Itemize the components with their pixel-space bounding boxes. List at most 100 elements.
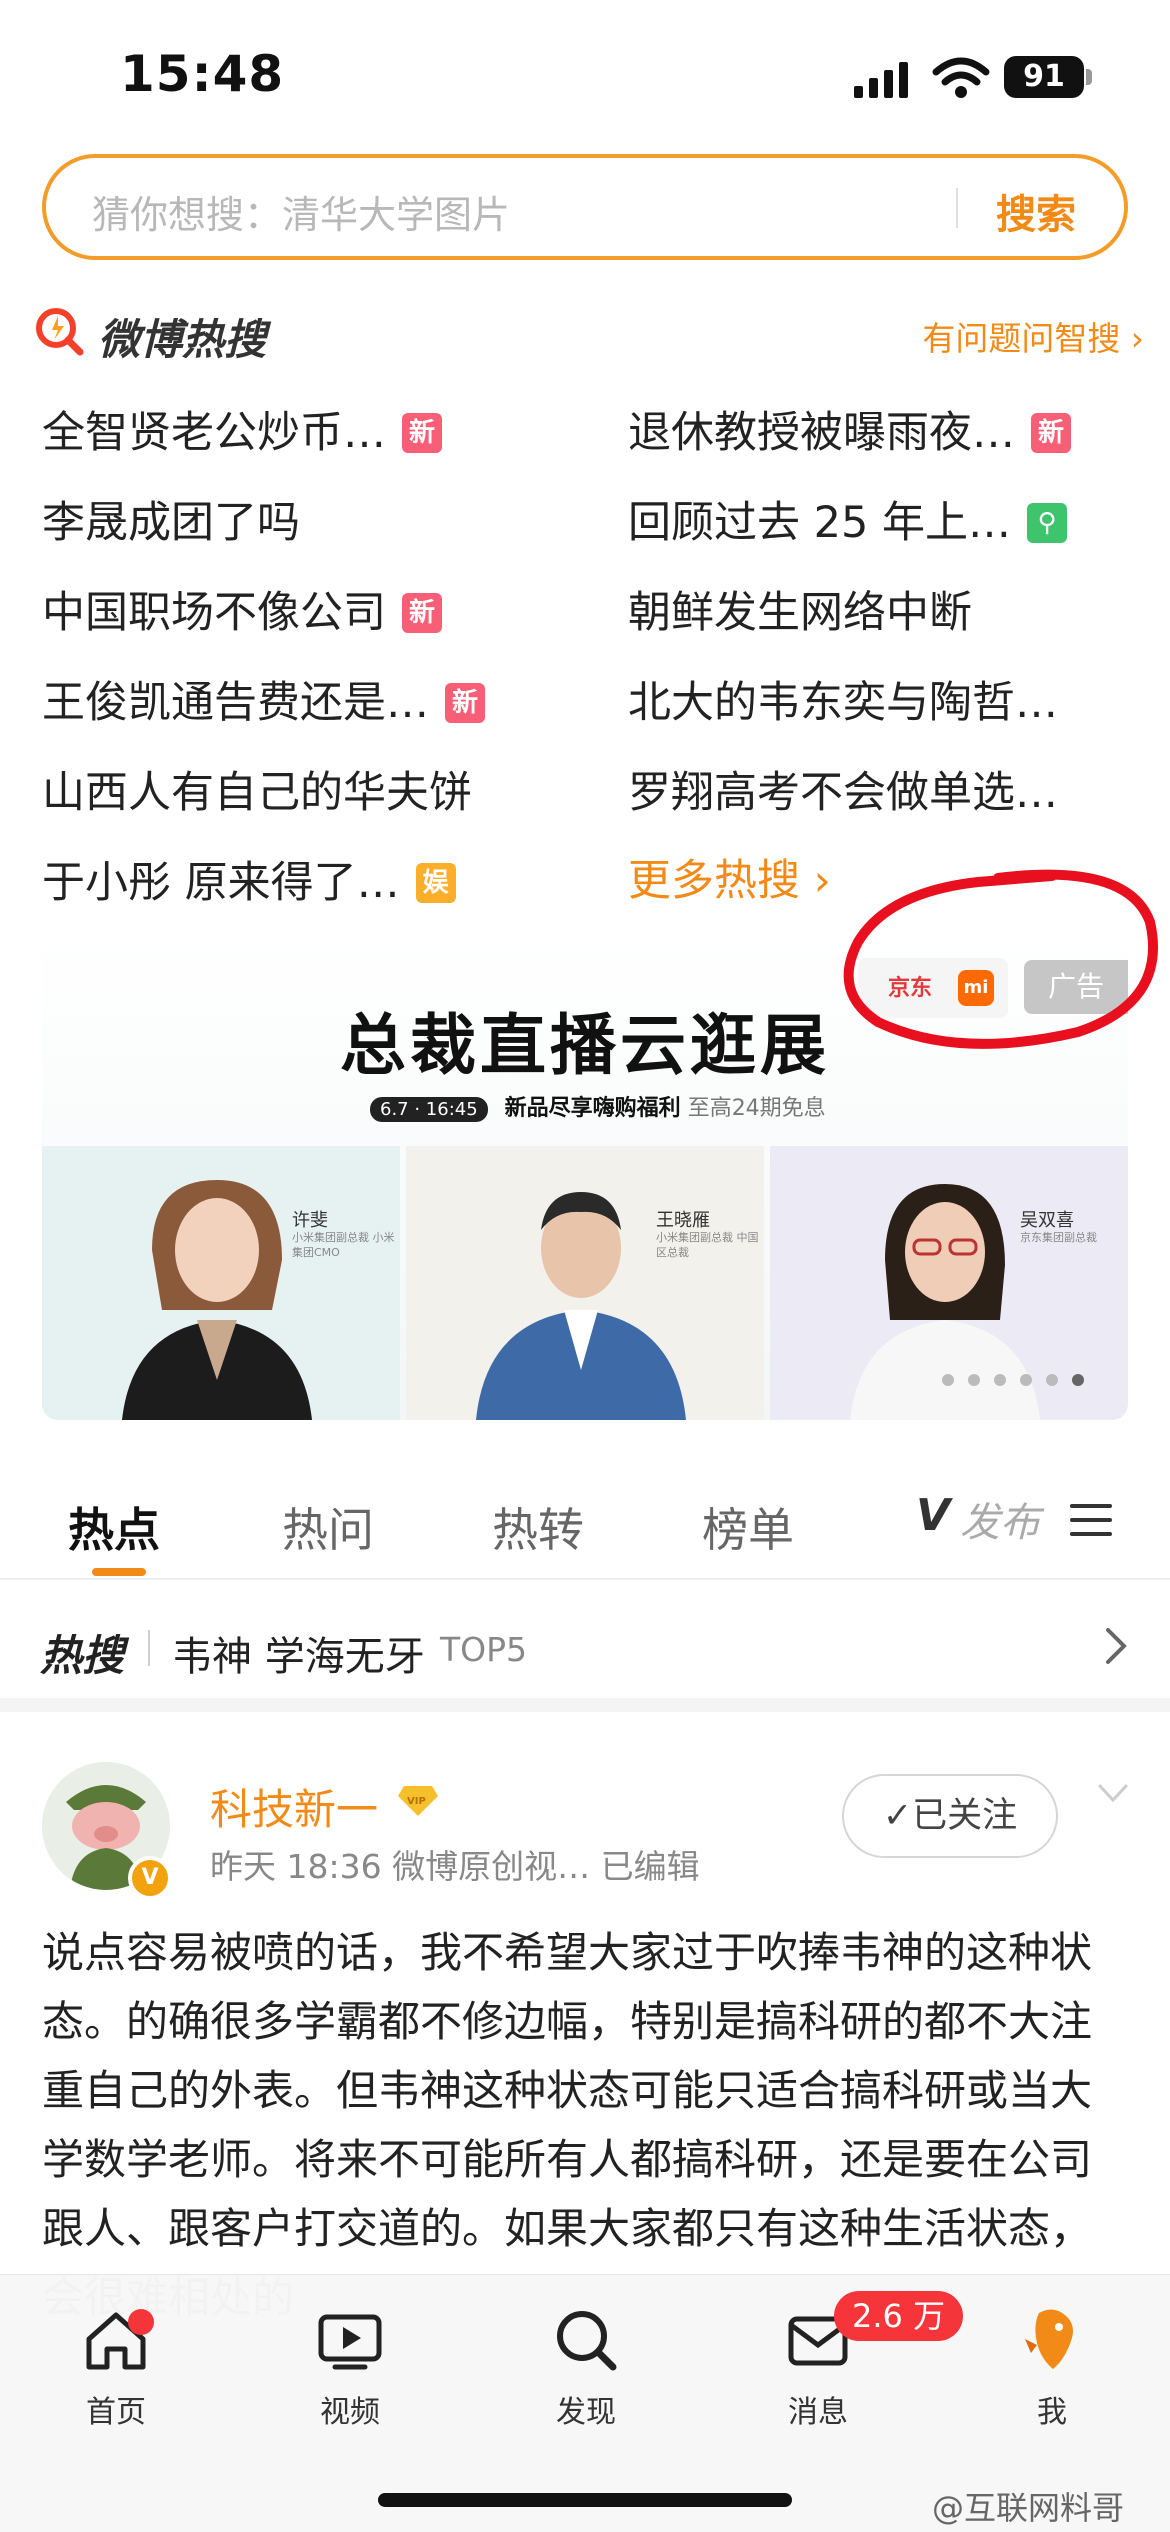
hot-item-right-4[interactable]: 北大的韦东奕与陶哲…	[628, 668, 1058, 738]
status-time: 15:48	[120, 45, 285, 103]
hot-item-text: 罗翔高考不会做单选…	[628, 768, 1058, 818]
hot-item-left-3[interactable]: 中国职场不像公司新	[42, 578, 442, 648]
nav-messages[interactable]: 2.6 万 消息	[748, 2291, 964, 2431]
location-pin-icon: ⚲	[1027, 503, 1068, 543]
nav-video[interactable]: 视频	[280, 2305, 420, 2431]
wifi-icon	[932, 57, 990, 98]
nav-label: 消息	[788, 2395, 848, 2430]
hot-topic-logo: 热搜	[40, 1631, 125, 1680]
status-bar: 15:48 91	[0, 0, 1170, 140]
tab-hot[interactable]: 热点	[68, 1494, 160, 1560]
hot-topic-rank: TOP5	[440, 1630, 528, 1669]
follow-button[interactable]: ✓已关注	[842, 1774, 1058, 1858]
hot-item-text: 北大的韦东奕与陶哲…	[628, 678, 1058, 728]
hot-item-text: 山西人有自己的华夫饼	[42, 768, 472, 818]
hot-search-logo-icon	[36, 308, 84, 356]
search-button[interactable]: 搜索	[996, 182, 1076, 240]
hot-item-right-2[interactable]: 回顾过去 25 年上… ⚲	[628, 488, 1068, 558]
hot-item-text: 中国职场不像公司	[42, 588, 386, 638]
svg-text:VIP: VIP	[407, 1796, 426, 1807]
battery-level: 91	[1004, 56, 1084, 98]
battery-icon: 91	[1004, 56, 1092, 98]
tab-hot-reposts[interactable]: 热转	[492, 1494, 584, 1560]
search-bar[interactable]: 猜你想搜：清华大学图片 搜索	[42, 154, 1128, 260]
notification-dot	[128, 2309, 154, 2335]
person-role: 小米集团副总裁 小米集团CMO	[292, 1231, 395, 1259]
vip-diamond-icon: VIP	[398, 1786, 438, 1816]
hot-item-text: 退休教授被曝雨夜…	[628, 408, 1015, 458]
search-input[interactable]: 猜你想搜：清华大学图片	[92, 184, 510, 239]
nav-profile[interactable]: 我	[982, 2305, 1122, 2431]
person-photo	[122, 1180, 312, 1420]
hot-item-right-5[interactable]: 罗翔高考不会做单选…	[628, 758, 1058, 828]
hot-item-text: 回顾过去 25 年上…	[628, 498, 1012, 548]
hot-item-right-3[interactable]: 朝鲜发生网络中断	[628, 578, 972, 648]
person-role: 小米集团副总裁 中国区总裁	[656, 1231, 759, 1259]
hot-item-left-5[interactable]: 山西人有自己的华夫饼	[42, 758, 472, 828]
feed-tabs: 热点 热问 热转 榜单 V 发布	[0, 1450, 1170, 1580]
message-count-badge: 2.6 万	[834, 2291, 964, 2341]
person-name: 吴双喜	[1020, 1210, 1074, 1231]
video-icon	[318, 2314, 382, 2370]
feed-post[interactable]: V 科技新一 VIP 昨天 18:36 微博原创视… 已编辑 ✓已关注 说点容易…	[0, 1726, 1170, 2322]
chevron-right-icon	[1106, 1628, 1127, 1664]
post-meta: 昨天 18:36 微博原创视… 已编辑	[210, 1847, 700, 1886]
ad-person-panel: 王晓雁 小米集团副总裁 中国区总裁	[406, 1146, 764, 1420]
person-role: 京东集团副总裁	[1020, 1231, 1097, 1244]
hot-item-text: 王俊凯通告费还是…	[42, 678, 429, 728]
new-badge: 新	[402, 413, 442, 453]
ad-offer-note: 至高24期免息	[687, 1096, 826, 1121]
hot-item-text: 朝鲜发生网络中断	[628, 588, 972, 638]
person-photo	[476, 1192, 686, 1420]
bottom-nav: 首页 视频 发现 2.6 万 消息 我 @互联网料哥	[0, 2274, 1170, 2532]
active-tab-indicator	[92, 1568, 146, 1576]
tab-vlog-label: 发布	[960, 1500, 1040, 1546]
nav-label: 首页	[86, 2395, 146, 2430]
ad-subtitle: 6.7 · 16:45 新品尽享嗨购福利 至高24期免息	[370, 1090, 826, 1122]
hot-item-left-6[interactable]: 于小彤 原来得了… 娱	[42, 848, 456, 918]
person-name: 王晓雁	[656, 1210, 710, 1231]
nav-home[interactable]: 首页	[46, 2305, 186, 2431]
hot-topic-bar[interactable]: 热搜 韦神 学海无牙 TOP5	[0, 1582, 1170, 1712]
post-author[interactable]: 科技新一	[210, 1776, 378, 1837]
new-badge: 新	[1031, 413, 1071, 453]
nav-label: 视频	[320, 2395, 380, 2430]
hot-search-header: 微博热搜 有问题问智搜 ›	[34, 300, 1144, 370]
hot-item-text: 全智贤老公炒币…	[42, 408, 386, 458]
ask-search-link[interactable]: 有问题问智搜 ›	[922, 312, 1144, 360]
signal-icon	[854, 62, 908, 98]
tab-hot-questions[interactable]: 热问	[282, 1494, 374, 1560]
chevron-down-icon[interactable]	[1096, 1782, 1130, 1806]
ad-date: 6.7 · 16:45	[370, 1097, 488, 1122]
new-badge: 新	[402, 593, 442, 633]
carousel-dots[interactable]	[928, 1371, 1084, 1390]
hot-search-title: 微博热搜	[98, 315, 267, 364]
more-hot-search-link[interactable]: 更多热搜 ›	[628, 846, 831, 908]
hot-item-left-1[interactable]: 全智贤老公炒币… 新	[42, 398, 442, 468]
home-indicator[interactable]	[378, 2493, 792, 2507]
nav-discover[interactable]: 发现	[516, 2305, 656, 2431]
annotation-circle	[843, 869, 1158, 1049]
watermark-text: @互联网料哥	[932, 2489, 1125, 2527]
menu-icon[interactable]	[1068, 1500, 1114, 1540]
hot-item-left-4[interactable]: 王俊凯通告费还是… 新	[42, 668, 485, 738]
tab-rankings[interactable]: 榜单	[702, 1494, 794, 1560]
tab-vlog[interactable]: V	[916, 1490, 950, 1541]
verified-badge: V	[128, 1856, 172, 1900]
hot-item-left-2[interactable]: 李晟成团了吗	[42, 488, 300, 558]
ad-person-panel: 许斐 小米集团副总裁 小米集团CMO	[42, 1146, 400, 1420]
ad-offer: 新品尽享嗨购福利	[504, 1096, 681, 1121]
person-name: 许斐	[292, 1210, 328, 1231]
new-badge: 新	[445, 683, 485, 723]
hot-item-text: 李晟成团了吗	[42, 498, 300, 548]
nav-label: 发现	[556, 2395, 616, 2430]
post-body: 说点容易被喷的话，我不希望大家过于吹捧韦神的这种状态。的确很多学霸都不修边幅，特…	[42, 1928, 1093, 2322]
entertainment-badge: 娱	[415, 863, 456, 903]
divider	[148, 1630, 150, 1666]
profile-icon	[1025, 2309, 1073, 2369]
hot-topic-text: 韦神 学海无牙	[172, 1634, 425, 1680]
search-divider	[956, 188, 958, 228]
discover-icon	[557, 2311, 617, 2371]
hot-item-right-1[interactable]: 退休教授被曝雨夜… 新	[628, 398, 1071, 468]
nav-label: 我	[1037, 2395, 1067, 2430]
